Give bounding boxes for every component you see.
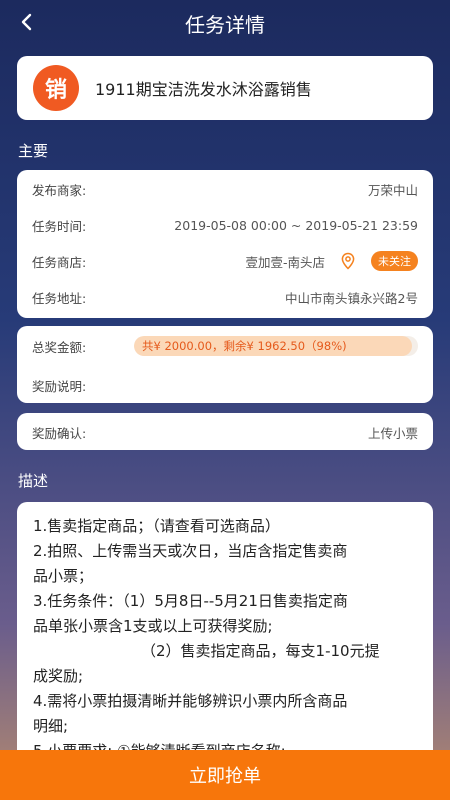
store-row: 任务商店: 壹加壹-南头店 未关注 xyxy=(32,251,418,271)
total-reward-label: 总奖金额: xyxy=(32,339,87,355)
store-value[interactable]: 壹加壹-南头店 xyxy=(245,252,325,271)
description-line: 1.售卖指定商品；（请查看可选商品） xyxy=(33,517,280,535)
sale-badge-icon: 销 xyxy=(33,65,79,111)
location-pin-icon[interactable] xyxy=(339,252,357,270)
store-info: 壹加壹-南头店 未关注 xyxy=(245,251,418,271)
address-value: 中山市南头镇永兴路2号 xyxy=(285,290,418,306)
reward-card: 总奖金额: 共¥ 2000.00，剩余¥ 1962.50（98%) 奖励说明: xyxy=(17,326,433,403)
header-bar: 任务详情 xyxy=(0,0,450,44)
reward-confirm-card: 奖励确认: 上传小票 xyxy=(17,413,433,450)
address-label: 任务地址: xyxy=(32,290,87,306)
reward-progress-text: 共¥ 2000.00，剩余¥ 1962.50（98%) xyxy=(142,339,347,353)
main-section-title: 主要 xyxy=(18,142,49,160)
description-line: 明细; xyxy=(33,717,69,735)
description-line: 成奖励; xyxy=(33,667,84,685)
reward-desc-label: 奖励说明: xyxy=(32,378,87,394)
store-label: 任务商店: xyxy=(32,254,87,270)
follow-button[interactable]: 未关注 xyxy=(371,251,418,271)
reward-confirm-label: 奖励确认: xyxy=(32,425,87,441)
reward-progress-bar: 共¥ 2000.00，剩余¥ 1962.50（98%) xyxy=(134,336,418,356)
reward-confirm-row: 奖励确认: 上传小票 xyxy=(32,422,418,442)
description-line: 4.需将小票拍摄清晰并能够辨识小票内所含商品 xyxy=(33,692,348,710)
description-card: 1.售卖指定商品；（请查看可选商品） 2.拍照、上传需当天或次日，当店含指定售卖… xyxy=(17,502,433,762)
main-info-card: 发布商家: 万荣中山 任务时间: 2019-05-08 00:00 ~ 2019… xyxy=(17,170,433,318)
description-line: 3.任务条件：（1）5月8日--5月21日售卖指定商 xyxy=(33,592,348,610)
description-line: 品单张小票含1支或以上可获得奖励; xyxy=(33,617,273,635)
time-row: 任务时间: 2019-05-08 00:00 ~ 2019-05-21 23:5… xyxy=(32,215,418,235)
page-title: 任务详情 xyxy=(185,13,265,37)
time-value: 2019-05-08 00:00 ~ 2019-05-21 23:59 xyxy=(174,217,418,233)
address-row: 任务地址: 中山市南头镇永兴路2号 xyxy=(32,287,418,307)
grab-order-button[interactable]: 立即抢单 xyxy=(0,750,450,800)
reward-confirm-value[interactable]: 上传小票 xyxy=(368,423,418,442)
merchant-value: 万荣中山 xyxy=(367,182,418,198)
description-line: 2.拍照、上传需当天或次日，当店含指定售卖商 xyxy=(33,542,348,560)
total-reward-row: 总奖金额: xyxy=(32,336,86,356)
description-line: （2）售卖指定商品，每支1-10元提 xyxy=(141,642,380,660)
description-line: 品小票； xyxy=(33,567,94,585)
merchant-row: 发布商家: 万荣中山 xyxy=(32,179,418,199)
merchant-label: 发布商家: xyxy=(32,182,87,198)
reward-desc-row: 奖励说明: xyxy=(32,375,418,395)
description-section-title: 描述 xyxy=(18,472,49,490)
task-name: 1911期宝洁洗发水沐浴露销售 xyxy=(95,80,312,99)
time-label: 任务时间: xyxy=(32,218,87,234)
task-card: 销 1911期宝洁洗发水沐浴露销售 xyxy=(17,56,433,120)
